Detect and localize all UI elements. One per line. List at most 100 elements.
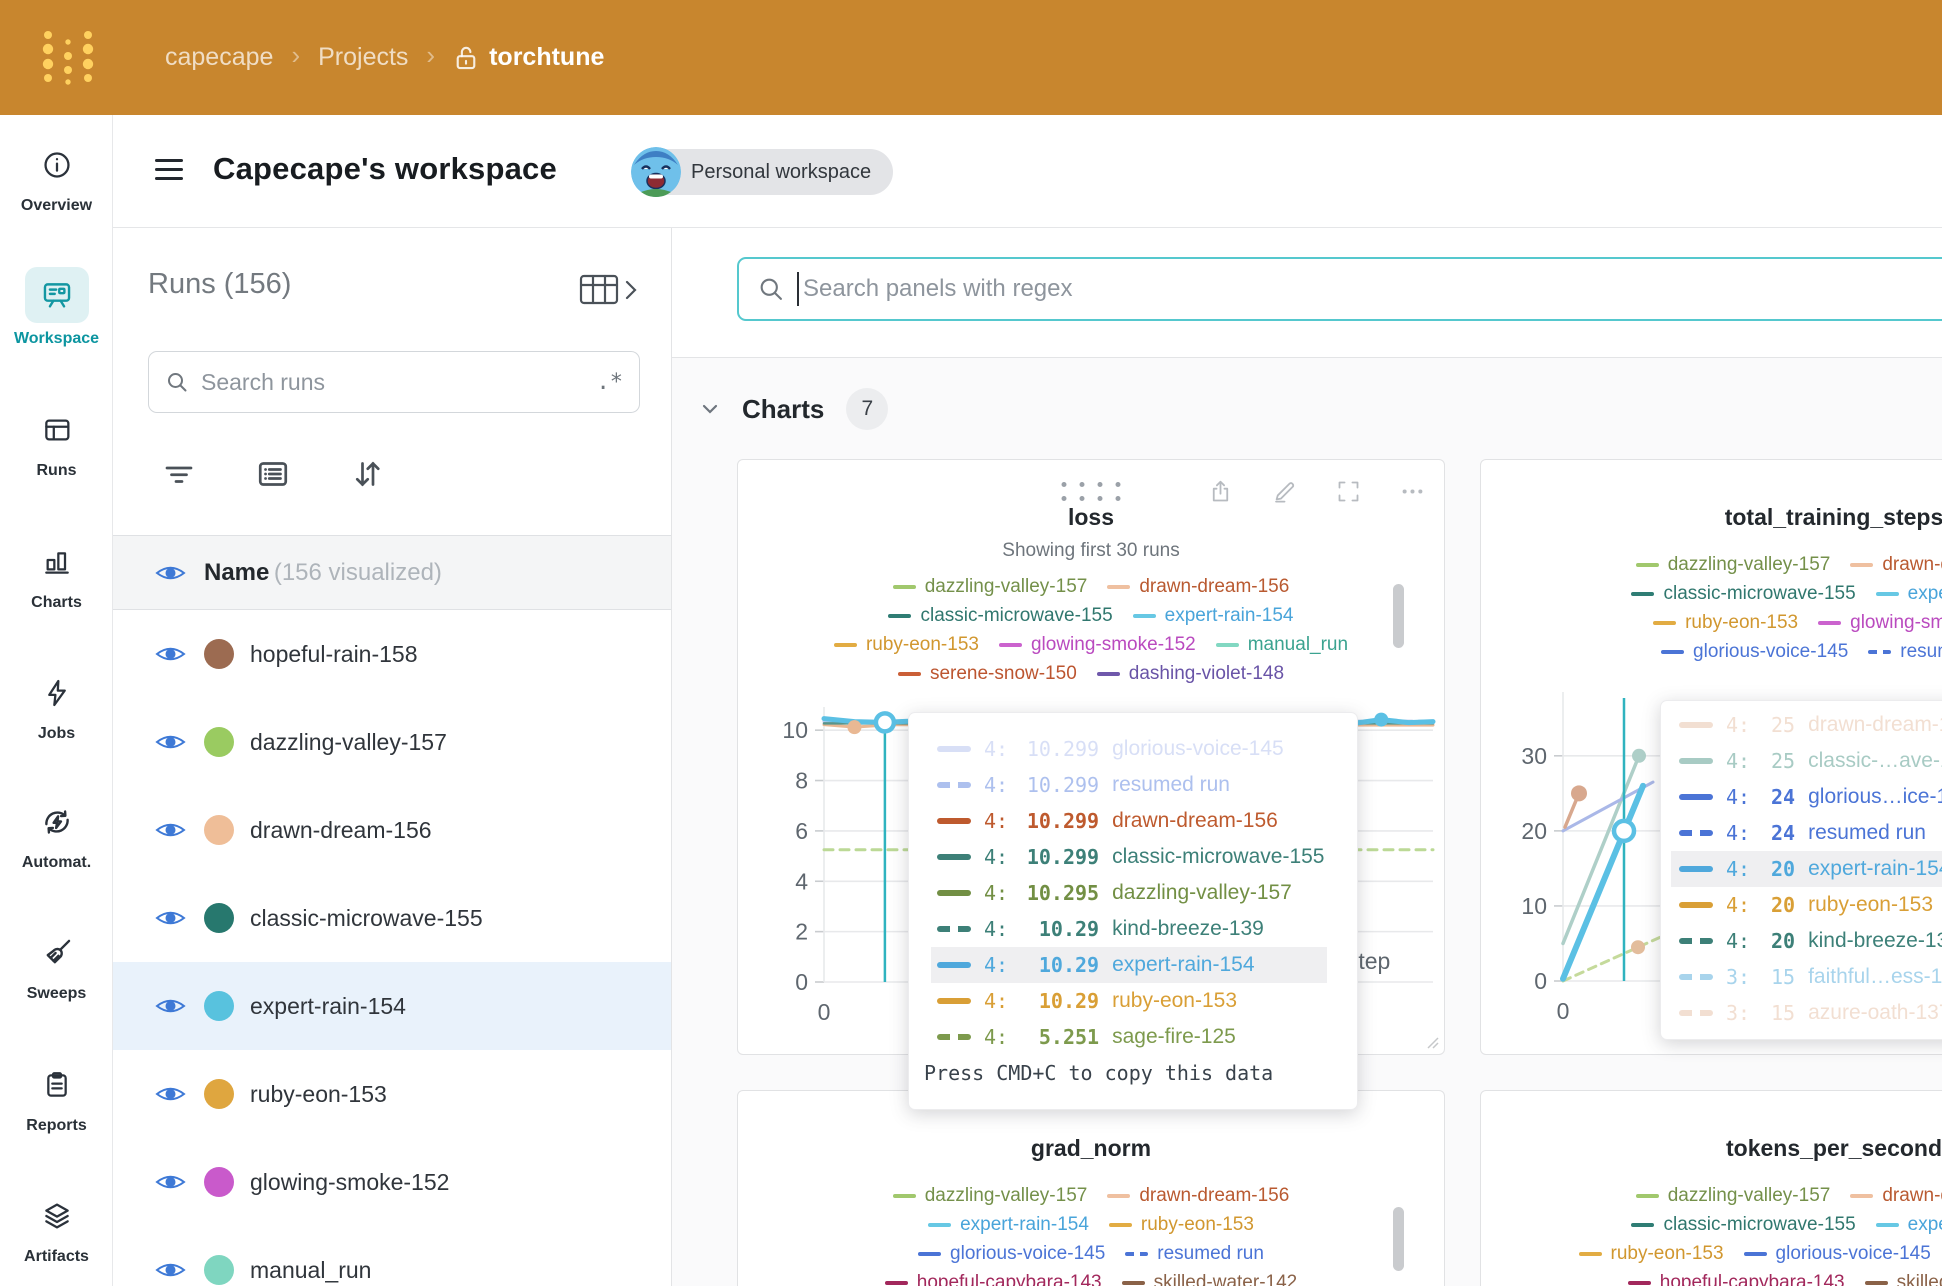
run-row[interactable]: dazzling-valley-157	[113, 698, 672, 786]
sidebar-item-jobs[interactable]: Jobs	[0, 668, 113, 743]
visibility-eye-icon[interactable]	[155, 561, 186, 585]
charts-section-header[interactable]: Charts 7	[700, 388, 888, 430]
run-name[interactable]: manual_run	[250, 1257, 371, 1284]
legend-item[interactable]: dazzling-valley-157	[893, 1185, 1088, 1207]
visibility-eye-icon[interactable]	[155, 1170, 186, 1194]
legend-item[interactable]: glorious-voice-145	[918, 1243, 1105, 1265]
sidebar-item-charts[interactable]: Charts	[0, 537, 113, 612]
legend-row: classic-microwave-155 expert-rain-154	[1481, 1210, 1942, 1239]
visibility-eye-icon[interactable]	[155, 818, 186, 842]
svg-text:6: 6	[795, 818, 808, 844]
workspace-type-pill[interactable]: Personal workspace	[633, 149, 893, 195]
legend-item[interactable]: dazzling-valley-157	[893, 576, 1088, 598]
legend-item[interactable]: expert-rain-154	[1133, 605, 1294, 627]
visibility-eye-icon[interactable]	[155, 906, 186, 930]
legend-item[interactable]: skilled-water-142	[1122, 1272, 1298, 1286]
visibility-eye-icon[interactable]	[155, 730, 186, 754]
sidebar-item-artifacts[interactable]: Artifacts	[0, 1191, 113, 1266]
sidebar-item-label: Charts	[31, 594, 82, 612]
series-swatch	[937, 962, 971, 968]
visibility-eye-icon[interactable]	[155, 994, 186, 1018]
legend-item[interactable]: skilled-water-142	[1865, 1272, 1942, 1286]
expand-table-icon[interactable]	[573, 270, 643, 310]
legend-item[interactable]: drawn-dream-156	[1850, 1185, 1942, 1207]
legend-item[interactable]: classic-microwave-155	[1631, 1214, 1855, 1236]
legend-item[interactable]: manual_run	[1216, 634, 1348, 656]
more-options-icon[interactable]	[1399, 478, 1426, 505]
run-name[interactable]: hopeful-rain-158	[250, 641, 418, 668]
legend-scrollbar[interactable]	[1393, 1207, 1404, 1271]
legend-item[interactable]: glowing-smoke-152	[999, 634, 1196, 656]
breadcrumb-account[interactable]: capecape	[165, 43, 273, 72]
legend-item[interactable]: ruby-eon-153	[1579, 1243, 1724, 1265]
run-name[interactable]: dazzling-valley-157	[250, 729, 447, 756]
fullscreen-icon[interactable]	[1335, 478, 1362, 505]
legend-item[interactable]: dashing-violet-148	[1097, 663, 1284, 685]
legend-item[interactable]: expert-rain-154	[1876, 583, 1942, 605]
drag-handle-icon[interactable]	[1062, 482, 1121, 501]
legend-item[interactable]: drawn-dream-156	[1850, 554, 1942, 576]
runs-list-header[interactable]: Name (156 visualized)	[113, 535, 672, 610]
filter-icon[interactable]	[161, 456, 197, 492]
legend-item[interactable]: resumed run	[1868, 641, 1942, 663]
breadcrumb-project[interactable]: torchtune	[489, 43, 604, 72]
sidebar-item-label: Reports	[26, 1117, 86, 1135]
sidebar-item-reports[interactable]: Reports	[0, 1060, 113, 1135]
run-name[interactable]: drawn-dream-156	[250, 817, 432, 844]
legend-scrollbar[interactable]	[1393, 584, 1404, 648]
visibility-eye-icon[interactable]	[155, 1082, 186, 1106]
regex-toggle[interactable]: .*	[597, 370, 624, 395]
legend-item[interactable]: serene-snow-150	[898, 663, 1077, 685]
legend-item[interactable]: expert-rain-154	[928, 1214, 1089, 1236]
legend-item[interactable]: ruby-eon-153	[1653, 612, 1798, 634]
legend-item[interactable]: ruby-eon-153	[834, 634, 979, 656]
run-name[interactable]: ruby-eon-153	[250, 1081, 387, 1108]
sidebar-item-automations[interactable]: Automat.	[0, 797, 113, 872]
run-row[interactable]: ruby-eon-153	[113, 1050, 672, 1138]
run-row[interactable]: manual_run	[113, 1226, 672, 1286]
legend-item[interactable]: glowing-smoke-152	[1818, 612, 1942, 634]
run-name[interactable]: classic-microwave-155	[250, 905, 483, 932]
wandb-logo-icon[interactable]	[38, 26, 100, 88]
legend-item[interactable]: resumed run	[1125, 1243, 1264, 1265]
legend-item[interactable]: dazzling-valley-157	[1636, 1185, 1831, 1207]
resize-handle[interactable]	[1425, 1035, 1439, 1049]
series-swatch	[1679, 866, 1713, 872]
panel-search-input[interactable]	[803, 275, 1932, 303]
run-row[interactable]: expert-rain-154	[113, 962, 672, 1050]
legend-item[interactable]: ruby-eon-153	[1109, 1214, 1254, 1236]
legend-item[interactable]: drawn-dream-156	[1107, 1185, 1289, 1207]
chart-panel-grad-norm[interactable]: grad_norm dazzling-valley-157drawn-dream…	[737, 1090, 1445, 1286]
sort-icon[interactable]	[349, 456, 385, 492]
legend-item[interactable]: classic-microwave-155	[1631, 583, 1855, 605]
legend-item[interactable]: classic-microwave-155	[888, 605, 1112, 627]
metric-value: 10.29	[1021, 953, 1099, 977]
legend-item[interactable]: drawn-dream-156	[1107, 576, 1289, 598]
sidebar-item-overview[interactable]: Overview	[0, 140, 113, 215]
run-row[interactable]: glowing-smoke-152	[113, 1138, 672, 1226]
edit-pencil-icon[interactable]	[1271, 478, 1298, 505]
run-name[interactable]: glowing-smoke-152	[250, 1169, 449, 1196]
legend-item[interactable]: hopeful-capybara-143	[1628, 1272, 1845, 1286]
legend-item[interactable]: hopeful-capybara-143	[885, 1272, 1102, 1286]
run-row[interactable]: drawn-dream-156	[113, 786, 672, 874]
sidebar-item-workspace[interactable]: Workspace	[0, 267, 113, 348]
group-list-icon[interactable]	[255, 456, 291, 492]
run-row[interactable]: hopeful-rain-158	[113, 610, 672, 698]
sidebar-item-sweeps[interactable]: Sweeps	[0, 928, 113, 1003]
legend-item[interactable]: glorious-voice-145	[1661, 641, 1848, 663]
breadcrumb-projects[interactable]: Projects	[318, 43, 408, 72]
legend-item[interactable]: glorious-voice-145	[1744, 1243, 1931, 1265]
legend-item[interactable]: dazzling-valley-157	[1636, 554, 1831, 576]
visibility-eye-icon[interactable]	[155, 1258, 186, 1282]
legend-run-name: classic-microwave-155	[1663, 1214, 1855, 1236]
run-row[interactable]: classic-microwave-155	[113, 874, 672, 962]
runs-search-input[interactable]	[201, 369, 585, 396]
share-icon[interactable]	[1207, 478, 1234, 505]
run-name[interactable]: expert-rain-154	[250, 993, 406, 1020]
chart-panel-tokens-per-second[interactable]: tokens_per_second dazzling-valley-157dra…	[1480, 1090, 1942, 1286]
visibility-eye-icon[interactable]	[155, 642, 186, 666]
menu-icon[interactable]	[155, 159, 183, 183]
sidebar-item-runs[interactable]: Runs	[0, 405, 113, 480]
legend-item[interactable]: expert-rain-154	[1876, 1214, 1942, 1236]
